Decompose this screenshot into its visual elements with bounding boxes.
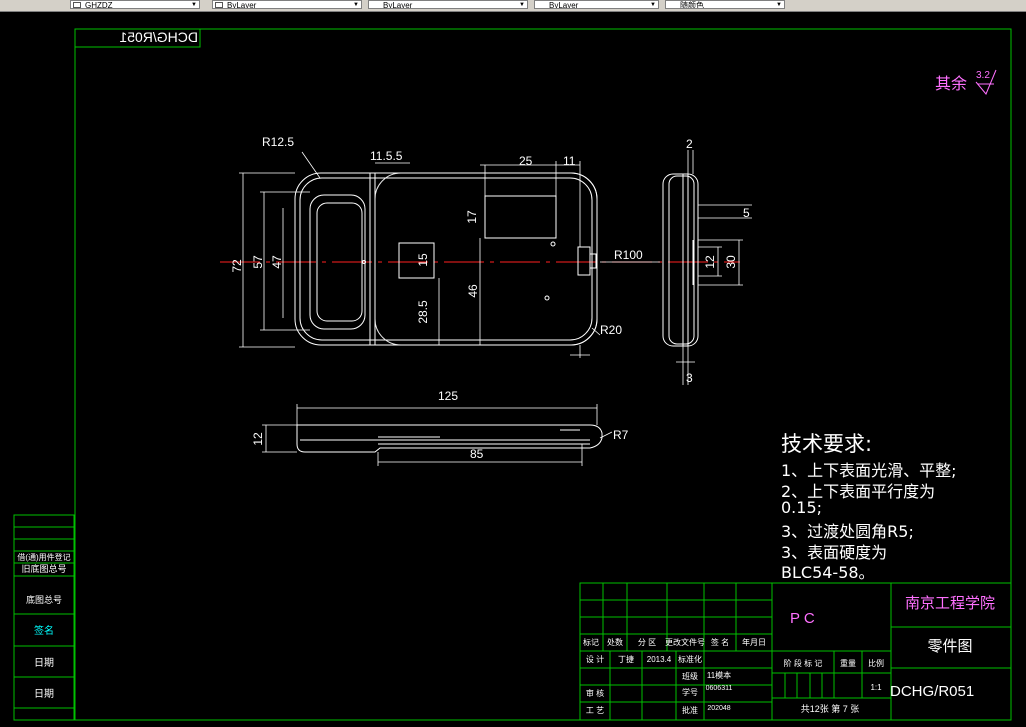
- dim-3: 3: [686, 371, 693, 385]
- bottom-view: [296, 424, 603, 453]
- dim-57: 57: [251, 255, 265, 269]
- id-label: 学号: [682, 687, 698, 697]
- drawing-code: DCHG/R051: [890, 683, 974, 700]
- drawing-frame: [74, 28, 1012, 721]
- drawing-name: 零件图: [927, 638, 972, 655]
- color-value: ByLayer: [227, 1, 257, 9]
- id-value: 0606311: [706, 685, 733, 692]
- dim-12b: 12: [251, 432, 265, 446]
- std-label: 标准化: [678, 654, 702, 664]
- strip-label-1: 借(通)用件登记: [17, 552, 70, 562]
- linetype-value: ByLayer: [383, 1, 413, 9]
- drawing-canvas[interactable]: DCHG/R051 其余 3.2 借(通)用件登记 旧底图总号 底图总号 签名 …: [0, 12, 1026, 722]
- roughness-label: 其余: [935, 74, 967, 93]
- craft-label: 工 艺: [586, 706, 604, 715]
- drawing-svg: DCHG/R051 其余 3.2 借(通)用件登记 旧底图总号 底图总号 签名 …: [13, 28, 1012, 721]
- dim-46: 46: [466, 284, 480, 298]
- header-3: 分 区: [638, 638, 656, 647]
- weight-label: 重量: [840, 658, 856, 668]
- header-1: 标记: [583, 637, 599, 647]
- properties-toolbar: GHZDZ ▼ ByLayer ▼ ByLayer ▼ ByLayer ▼ 随颜色 ▼: [0, 0, 1026, 12]
- dim-r100: R100: [614, 248, 643, 262]
- dim-15: 15: [416, 253, 430, 267]
- ratio-label: 比例: [868, 658, 884, 668]
- dim-17: 17: [465, 210, 479, 224]
- chevron-down-icon: ▼: [519, 2, 525, 8]
- class-label: 班级: [682, 671, 698, 681]
- scale-value: 1:1: [870, 683, 882, 692]
- dim-11: 11: [563, 154, 576, 168]
- header-6: 年月日: [742, 637, 766, 647]
- linetype-combo[interactable]: ByLayer ▼: [368, 0, 528, 9]
- dim-r12-5: R12.5: [262, 135, 294, 149]
- designer: 丁捷: [618, 654, 634, 664]
- strip-label-5: 日期: [34, 657, 54, 669]
- layer-icon: [73, 2, 81, 8]
- lineweight-value: ByLayer: [549, 1, 579, 9]
- strip-label-2: 旧底图总号: [21, 563, 66, 574]
- design-date: 2013.4: [647, 655, 672, 664]
- roughness-value: 3.2: [976, 70, 990, 81]
- color-icon: [215, 2, 223, 8]
- approve-value: 202048: [707, 705, 730, 712]
- design-label: 设 计: [586, 654, 604, 664]
- side-view: [662, 173, 699, 347]
- stage-label: 阶 段 标 记: [784, 658, 823, 668]
- dim-r7: R7: [613, 428, 629, 442]
- front-view: [294, 172, 598, 346]
- chevron-down-icon: ▼: [776, 2, 782, 8]
- lineweight-combo[interactable]: ByLayer ▼: [534, 0, 659, 9]
- tech-line-3: 0.15;: [781, 498, 823, 517]
- chevron-down-icon: ▼: [650, 2, 656, 8]
- school-name: 南京工程学院: [905, 594, 995, 612]
- header-2: 处数: [607, 637, 623, 647]
- review-label: 审 核: [586, 688, 604, 698]
- dim-2: 2: [686, 137, 693, 151]
- strip-label-6: 日期: [34, 688, 54, 700]
- dim-85: 85: [470, 447, 484, 461]
- strip-label-4: 签名: [34, 624, 54, 637]
- dim-72: 72: [230, 259, 244, 273]
- approve-label: 批准: [682, 705, 698, 715]
- mirrored-code: DCHG/R051: [119, 29, 198, 45]
- sheets: 共12张 第 7 张: [801, 703, 860, 714]
- dim-30: 30: [724, 255, 738, 269]
- dim-5: 5: [743, 206, 750, 220]
- dim-28-5: 28.5: [416, 300, 430, 324]
- dim-47: 47: [270, 255, 284, 269]
- material: P C: [790, 610, 815, 627]
- strip-label-3: 底图总号: [26, 594, 62, 605]
- plotstyle-value: 随颜色: [680, 1, 704, 9]
- tech-line-6: BLC54-58。: [781, 563, 875, 582]
- tech-title: 技术要求:: [781, 432, 873, 456]
- class-value: 11模本: [707, 670, 731, 680]
- layer-combo[interactable]: GHZDZ ▼: [70, 0, 200, 9]
- dim-11-5-5: 11.5.5: [370, 149, 403, 163]
- dim-25: 25: [519, 154, 533, 168]
- chevron-down-icon: ▼: [353, 2, 359, 8]
- layer-value: GHZDZ: [85, 1, 113, 9]
- color-combo[interactable]: ByLayer ▼: [212, 0, 362, 9]
- header-5: 签 名: [711, 637, 729, 647]
- dim-125: 125: [438, 389, 458, 403]
- dim-r20: R20: [600, 323, 622, 337]
- chevron-down-icon: ▼: [191, 2, 197, 8]
- plotstyle-combo[interactable]: 随颜色 ▼: [665, 0, 785, 9]
- bottom-dims: [262, 404, 613, 466]
- header-4: 更改文件号: [665, 637, 705, 647]
- dim-12a: 12: [703, 255, 717, 269]
